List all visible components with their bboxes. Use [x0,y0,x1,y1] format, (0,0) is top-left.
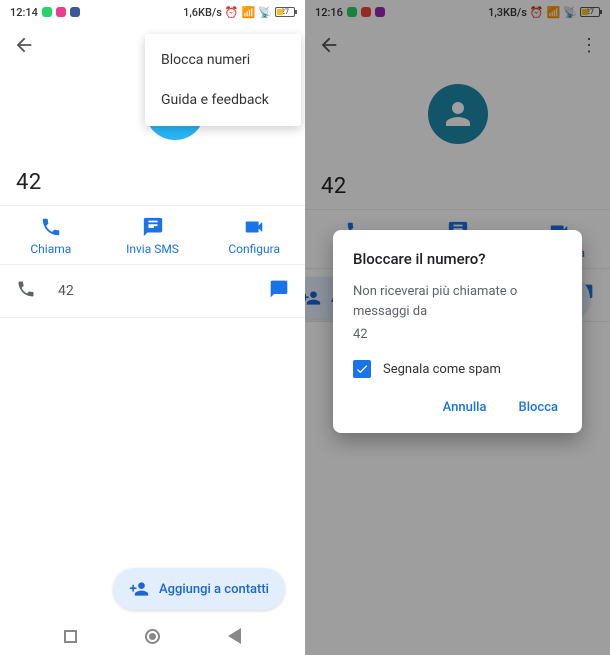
sms-label: Invia SMS [126,242,179,256]
phone-icon [16,279,38,303]
data-rate: 1,6KB/s [183,6,222,19]
dialog-body: Non riceverai più chiamate o messaggi da [353,282,562,321]
nav-bar [0,617,305,655]
spam-label: Segnala come spam [383,362,501,377]
number-row[interactable]: 42 [0,265,305,318]
notif-icon [70,7,80,17]
dialog-number: 42 [353,327,562,342]
spam-checkbox[interactable] [353,360,371,378]
call-label: Chiama [30,242,71,256]
overflow-menu: Blocca numeri Guida e feedback [145,34,301,126]
sms-button[interactable]: Invia SMS [102,206,204,264]
status-time: 12:14 [10,6,38,19]
nav-back[interactable] [228,628,241,644]
nav-home[interactable] [145,629,160,644]
battery-icon: 27 [275,7,295,17]
dialog-cancel-button[interactable]: Annulla [439,394,491,421]
block-dialog: Bloccare il numero? Non riceverai più ch… [333,230,582,433]
spam-checkbox-row[interactable]: Segnala come spam [353,360,562,378]
menu-block-numbers[interactable]: Blocca numeri [145,40,301,80]
status-bar: 12:14 1,6KB/s ⏰ 📶 📡 27 [0,0,305,24]
fab-label: Aggiungi a contatti [159,582,269,597]
config-label: Configura [228,242,280,256]
nav-recents[interactable] [64,630,77,643]
message-icon[interactable] [269,279,289,303]
screenshot-left: 12:14 1,6KB/s ⏰ 📶 📡 27 42 [0,0,305,655]
dialog-block-button[interactable]: Blocca [515,394,562,421]
notif-icon [56,7,66,17]
dialog-title: Bloccare il numero? [353,250,562,268]
add-contact-fab[interactable]: Aggiungi a contatti [113,568,285,610]
wifi-icon: 📡 [258,6,272,19]
call-button[interactable]: Chiama [0,206,102,264]
back-button[interactable] [12,33,36,57]
screenshot-right: 12:16 1,3KB/s ⏰ 📶 📡 27 ⋮ 42 [305,0,610,655]
notif-icon [42,7,52,17]
row-number-text: 42 [58,283,269,299]
signal-icon: 📶 [242,6,256,19]
alarm-icon: ⏰ [225,6,239,19]
menu-help-feedback[interactable]: Guida e feedback [145,80,301,120]
phone-number-title: 42 [0,156,305,205]
action-row: Chiama Invia SMS Configura [0,205,305,265]
config-button[interactable]: Configura [203,206,305,264]
